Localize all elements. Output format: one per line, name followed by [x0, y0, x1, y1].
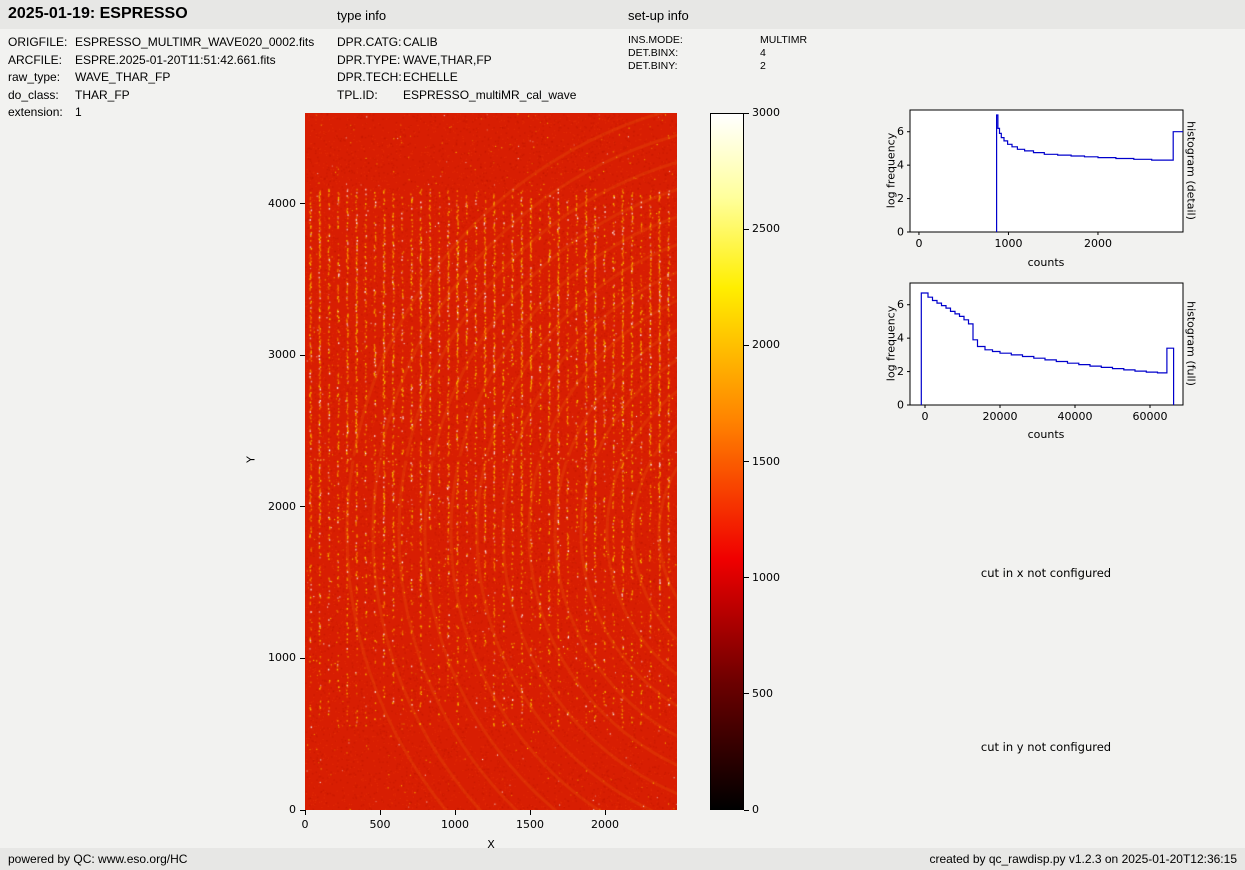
y-tick-label: 6: [897, 298, 904, 311]
y-tick-label: 6: [897, 125, 904, 138]
cut-y-message: cut in y not configured: [886, 740, 1206, 754]
x-tick-label: 1000: [994, 237, 1022, 250]
colorbar-tick-mark: [744, 345, 749, 346]
colorbar-tick-label: 1000: [752, 571, 796, 584]
figure-area: X Y 0100020000246 02000040000600000246 l…: [0, 0, 1245, 870]
hist-full-y-label: log frequency: [885, 284, 898, 404]
x-tick-label: 0: [922, 410, 929, 423]
y-tick-label: 2: [897, 192, 904, 205]
x-tick-label: 500: [360, 818, 400, 831]
main-y-axis-label: Y: [245, 444, 258, 476]
footer-powered-by: powered by QC: www.eso.org/HC: [8, 852, 187, 866]
y-tick-label: 4: [897, 159, 904, 172]
y-tick-mark: [300, 506, 305, 507]
colorbar-tick-mark: [744, 461, 749, 462]
colorbar-tick-label: 1500: [752, 455, 796, 468]
x-tick-label: 1000: [435, 818, 475, 831]
y-tick-label: 4: [897, 332, 904, 345]
x-tick-label: 2000: [1084, 237, 1112, 250]
footer-created-by: created by qc_rawdisp.py v1.2.3 on 2025-…: [929, 852, 1237, 866]
y-tick-label: 0: [252, 803, 296, 816]
colorbar-tick-label: 2500: [752, 222, 796, 235]
x-tick-mark: [530, 810, 531, 815]
colorbar-tick-label: 0: [752, 803, 796, 816]
colorbar-tick-mark: [744, 810, 749, 811]
y-tick-label: 0: [897, 399, 904, 412]
x-tick-label: 20000: [983, 410, 1018, 423]
colorbar-tick-label: 3000: [752, 106, 796, 119]
histogram-full-plot: 0 20000 40000 60000 0 2 4 6: [870, 277, 1200, 445]
colorbar-tick-mark: [744, 693, 749, 694]
histogram-detail-plot: 0 1000 2000 0 2 4 6: [870, 104, 1200, 272]
qc-report-page: 2025-01-19: ESPRESSO type info set-up in…: [0, 0, 1245, 870]
y-tick-label: 3000: [252, 348, 296, 361]
y-tick-label: 2000: [252, 500, 296, 513]
x-tick-label: 0: [915, 237, 922, 250]
colorbar-tick-label: 500: [752, 687, 796, 700]
x-tick-label: 60000: [1133, 410, 1168, 423]
plot-frame: [910, 110, 1183, 232]
y-tick-label: 0: [897, 226, 904, 239]
hist-detail-title: histogram (detail): [1185, 106, 1198, 236]
colorbar-tick-mark: [744, 113, 749, 114]
hist-detail-x-label: counts: [946, 256, 1146, 269]
x-tick-label: 1500: [510, 818, 550, 831]
x-tick-mark: [605, 810, 606, 815]
hist-full-title: histogram (full): [1185, 279, 1198, 409]
x-tick-mark: [380, 810, 381, 815]
hist-full-x-label: counts: [946, 428, 1146, 441]
y-tick-label: 2: [897, 365, 904, 378]
colorbar-tick-label: 2000: [752, 338, 796, 351]
y-tick-mark: [300, 658, 305, 659]
x-tick-label: 2000: [585, 818, 625, 831]
y-tick-mark: [300, 355, 305, 356]
y-tick-label: 1000: [252, 651, 296, 664]
histogram-svg: 0 20000 40000 60000 0 2 4 6: [870, 277, 1200, 445]
hist-detail-y-label: log frequency: [885, 111, 898, 231]
detector-image-canvas: [305, 113, 677, 810]
y-tick-mark: [300, 203, 305, 204]
plot-frame: [910, 283, 1183, 405]
footer-bar: powered by QC: www.eso.org/HC created by…: [0, 848, 1245, 870]
cut-x-message: cut in x not configured: [886, 566, 1206, 580]
colorbar-tick-mark: [744, 229, 749, 230]
x-tick-mark: [305, 810, 306, 815]
histogram-svg: 0 1000 2000 0 2 4 6: [870, 104, 1200, 272]
x-tick-label: 0: [285, 818, 325, 831]
x-tick-label: 40000: [1058, 410, 1093, 423]
colorbar-gradient: [710, 113, 744, 810]
x-tick-mark: [455, 810, 456, 815]
y-tick-label: 4000: [252, 197, 296, 210]
colorbar-tick-mark: [744, 577, 749, 578]
